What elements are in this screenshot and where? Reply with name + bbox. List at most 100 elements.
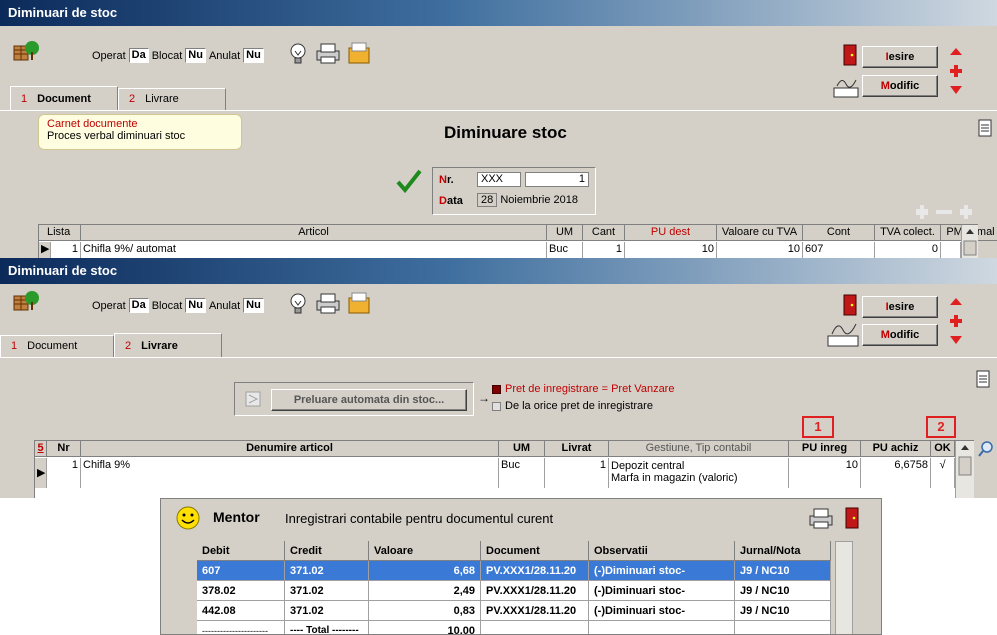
total-row: ---------------------- ---- Total ------…	[197, 621, 831, 634]
cell-valoare: 6,68	[369, 561, 481, 581]
callout-2: 2	[926, 416, 956, 438]
anulat-value: Nu	[243, 298, 264, 313]
col-pu-achiz[interactable]: PU achiz	[861, 441, 931, 457]
tab-document[interactable]: 1 Document	[10, 86, 118, 110]
grid-tools-icon[interactable]	[914, 205, 978, 219]
page-title: Diminuare stoc	[444, 123, 567, 142]
nr-series-field[interactable]: XXX	[477, 172, 521, 187]
table-row[interactable]: 607 371.02 6,68 PV.XXX1/28.11.20 (-)Dimi…	[197, 561, 831, 581]
col-debit[interactable]: Debit	[197, 541, 285, 561]
toolbar: Operat Da Blocat Nu Anulat Nu Iesire Mod…	[0, 26, 997, 98]
magnifier-icon[interactable]	[978, 440, 994, 458]
tab-livrare[interactable]: 2 Livrare	[118, 88, 226, 110]
window-title: Diminuari de stoc	[0, 258, 997, 284]
radio-pret-vanzare[interactable]: Pret de inregistrare = Pret Vanzare	[492, 383, 674, 395]
document-icon[interactable]	[978, 119, 992, 137]
door-icon[interactable]	[843, 294, 857, 316]
blocat-value: Nu	[185, 298, 206, 313]
col-nr[interactable]: Nr	[47, 441, 81, 457]
preluare-frame: Preluare automata din stoc...	[234, 382, 474, 416]
door-icon[interactable]	[843, 44, 857, 66]
table-row[interactable]: ▶ 1 Chifla 9% Buc 1 Depozit central Marf…	[35, 458, 955, 488]
col-tva[interactable]: TVA colect.	[875, 225, 941, 241]
operat-value: Da	[128, 298, 149, 313]
articles-grid: Lista Articol UM Cant PU dest Valoare cu…	[38, 224, 997, 258]
cell-um: Buc	[547, 242, 583, 258]
col-credit[interactable]: Credit	[285, 541, 369, 561]
radio-orice-pret[interactable]: De la orice pret de inregistrare	[492, 400, 653, 412]
cell-denumire: Chifla 9%	[81, 458, 499, 488]
col-pu-dest[interactable]: PU dest	[625, 225, 717, 241]
date-month-year: Noiembrie 2018	[500, 194, 578, 206]
col-um[interactable]: UM	[547, 225, 583, 241]
col-gestiune[interactable]: Gestiune, Tip contabil	[609, 441, 789, 457]
status-flags: Operat Da Blocat Nu Anulat Nu	[92, 298, 264, 313]
nr-value-field[interactable]: 1	[525, 172, 589, 187]
col-articol[interactable]: Articol	[81, 225, 547, 241]
folder-icon[interactable]	[346, 40, 372, 66]
document-panel: Carnet documente Proces verbal diminuari…	[0, 110, 997, 258]
tab-document[interactable]: 1 Document	[0, 335, 114, 357]
cell-ok[interactable]: √	[931, 458, 955, 488]
grid-scrollbar[interactable]	[955, 441, 974, 498]
door-icon[interactable]	[845, 507, 859, 529]
date-field[interactable]: 28 Noiembrie 2018	[477, 193, 589, 209]
radio-checked-icon	[492, 384, 501, 394]
date-day: 28	[477, 193, 498, 207]
cell-observatii: (-)Diminuari stoc-	[589, 561, 735, 581]
printer-icon[interactable]	[807, 507, 835, 529]
radio-unchecked-icon	[492, 401, 501, 411]
document-icon[interactable]	[976, 370, 990, 388]
cell-observatii: (-)Diminuari stoc-	[589, 601, 735, 621]
folder-icon[interactable]	[346, 290, 372, 316]
cell-cont: 607	[803, 242, 875, 258]
table-row[interactable]: ▶ 1 Chifla 9%/ automat Buc 1 10 10 607 0	[39, 242, 961, 258]
iesire-button[interactable]: Iesire	[862, 296, 938, 318]
mentor-title: Inregistrari contabile pentru documentul…	[285, 511, 554, 526]
mentor-scrollbar[interactable]	[835, 541, 853, 634]
tree-icon[interactable]	[12, 38, 40, 62]
table-row[interactable]: 378.02 371.02 2,49 PV.XXX1/28.11.20 (-)D…	[197, 581, 831, 601]
tab-livrare[interactable]: 2 Livrare	[114, 333, 222, 357]
cell-livrat: 1	[545, 458, 609, 488]
col-pu-inreg[interactable]: PU inreg	[789, 441, 861, 457]
blocat-label: Blocat	[151, 299, 183, 312]
preluare-automata-button[interactable]: Preluare automata din stoc...	[271, 389, 467, 411]
cell-document: PV.XXX1/28.11.20	[481, 581, 589, 601]
col-document[interactable]: Document	[481, 541, 589, 561]
col-cant[interactable]: Cant	[583, 225, 625, 241]
lightbulb-icon[interactable]	[288, 292, 308, 316]
total-label: ---- Total --------	[285, 621, 369, 634]
col-denumire[interactable]: Denumire articol	[81, 441, 499, 457]
total-value: 10,00	[369, 621, 481, 634]
cell-valoare: 2,49	[369, 581, 481, 601]
col-cont[interactable]: Cont	[803, 225, 875, 241]
grid-scrollbar[interactable]	[961, 225, 978, 258]
cell-pmaximal	[941, 242, 961, 258]
window-title: Diminuari de stoc	[0, 0, 997, 26]
col-livrat[interactable]: Livrat	[545, 441, 609, 457]
col-valoare[interactable]: Valoare cu TVA	[717, 225, 803, 241]
cell-pu-inreg: 10	[789, 458, 861, 488]
cell-observatii: (-)Diminuari stoc-	[589, 581, 735, 601]
printer-icon[interactable]	[314, 292, 342, 314]
col-valoare[interactable]: Valoare	[369, 541, 481, 561]
col-observatii[interactable]: Observatii	[589, 541, 735, 561]
tree-icon[interactable]	[12, 288, 40, 312]
livrare-grid: 5 Nr Denumire articol UM Livrat Gestiune…	[34, 440, 974, 498]
blocat-value: Nu	[185, 48, 206, 63]
printer-icon[interactable]	[314, 42, 342, 64]
col-ok[interactable]: OK	[931, 441, 955, 457]
table-row[interactable]: 442.08 371.02 0,83 PV.XXX1/28.11.20 (-)D…	[197, 601, 831, 621]
col-jurnal[interactable]: Jurnal/Nota	[735, 541, 831, 561]
col-lista[interactable]: Lista	[39, 225, 81, 241]
cell-tva: 0	[875, 242, 941, 258]
mentor-brand: Mentor	[213, 509, 260, 525]
col-um[interactable]: UM	[499, 441, 545, 457]
cell-gestiune: Depozit central Marfa in magazin (valori…	[609, 458, 789, 488]
cell-lista: 1	[51, 242, 81, 258]
lightbulb-icon[interactable]	[288, 42, 308, 66]
iesire-button[interactable]: Iesire	[862, 46, 938, 68]
tab-strip: 1 Document 2 Livrare	[0, 86, 997, 110]
operat-value: Da	[128, 48, 149, 63]
